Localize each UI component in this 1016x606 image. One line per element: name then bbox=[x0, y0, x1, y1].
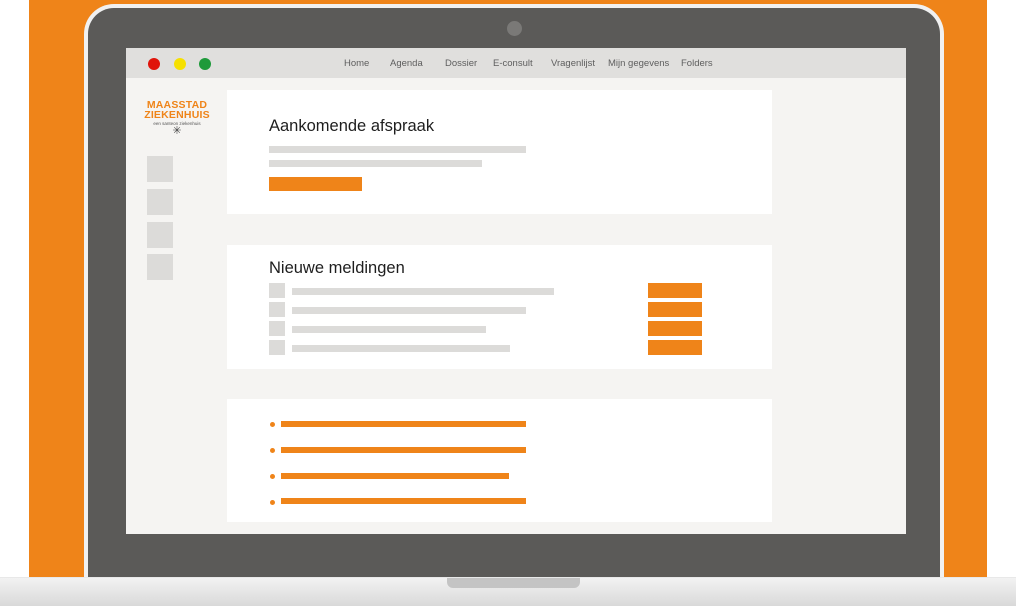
notification-icon bbox=[269, 321, 285, 336]
notification-action-button[interactable] bbox=[648, 283, 702, 298]
bullet-icon bbox=[270, 448, 275, 453]
placeholder-text-line bbox=[269, 146, 526, 153]
webcam-icon bbox=[507, 21, 522, 36]
appointment-card: Aankomende afspraak bbox=[227, 90, 772, 214]
notifications-title: Nieuwe meldingen bbox=[269, 259, 405, 277]
nav-item-mijn-gegevens[interactable]: Mijn gegevens bbox=[608, 58, 669, 69]
nav-item-agenda[interactable]: Agenda bbox=[390, 58, 423, 69]
laptop-base bbox=[0, 577, 1016, 606]
close-window-button[interactable] bbox=[148, 58, 160, 70]
sidebar-tile[interactable] bbox=[147, 222, 173, 248]
notifications-card: Nieuwe meldingen bbox=[227, 245, 772, 369]
bullet-icon bbox=[270, 474, 275, 479]
browser-window: Home Agenda Dossier E-consult Vragenlijs… bbox=[126, 48, 906, 534]
placeholder-text-line bbox=[292, 288, 554, 295]
notification-action-button[interactable] bbox=[648, 340, 702, 355]
link-item[interactable] bbox=[281, 498, 526, 504]
appointment-button[interactable] bbox=[269, 177, 362, 191]
placeholder-text-line bbox=[292, 307, 526, 314]
placeholder-text-line bbox=[292, 326, 486, 333]
sidebar-tile[interactable] bbox=[147, 189, 173, 215]
nav-item-dossier[interactable]: Dossier bbox=[445, 58, 477, 69]
nav-item-vragenlijst[interactable]: Vragenlijst bbox=[551, 58, 595, 69]
logo-line-2: ZIEKENHUIS bbox=[144, 109, 210, 121]
link-item[interactable] bbox=[281, 447, 526, 453]
browser-titlebar: Home Agenda Dossier E-consult Vragenlijs… bbox=[126, 48, 906, 78]
appointment-title: Aankomende afspraak bbox=[269, 117, 435, 135]
placeholder-text-line bbox=[292, 345, 510, 352]
nav-item-folders[interactable]: Folders bbox=[681, 58, 713, 69]
nav-item-e-consult[interactable]: E-consult bbox=[493, 58, 533, 69]
laptop-notch bbox=[447, 578, 580, 588]
links-card bbox=[227, 399, 772, 522]
notification-action-button[interactable] bbox=[648, 321, 702, 336]
placeholder-text-line bbox=[269, 160, 482, 167]
hospital-logo[interactable]: MAASSTAD ZIEKENHUIS een santeon ziekenhu… bbox=[144, 100, 210, 137]
minimize-window-button[interactable] bbox=[174, 58, 186, 70]
notification-action-button[interactable] bbox=[648, 302, 702, 317]
link-item[interactable] bbox=[281, 473, 509, 479]
notification-icon bbox=[269, 283, 285, 298]
maximize-window-button[interactable] bbox=[199, 58, 211, 70]
bullet-icon bbox=[270, 500, 275, 505]
link-item[interactable] bbox=[281, 421, 526, 427]
nav-item-home[interactable]: Home bbox=[344, 58, 369, 69]
notification-icon bbox=[269, 302, 285, 317]
sidebar-tile[interactable] bbox=[147, 156, 173, 182]
bullet-icon bbox=[270, 422, 275, 427]
notification-icon bbox=[269, 340, 285, 355]
sidebar-tile[interactable] bbox=[147, 254, 173, 280]
logo-mark-icon: ✳ bbox=[172, 125, 182, 137]
